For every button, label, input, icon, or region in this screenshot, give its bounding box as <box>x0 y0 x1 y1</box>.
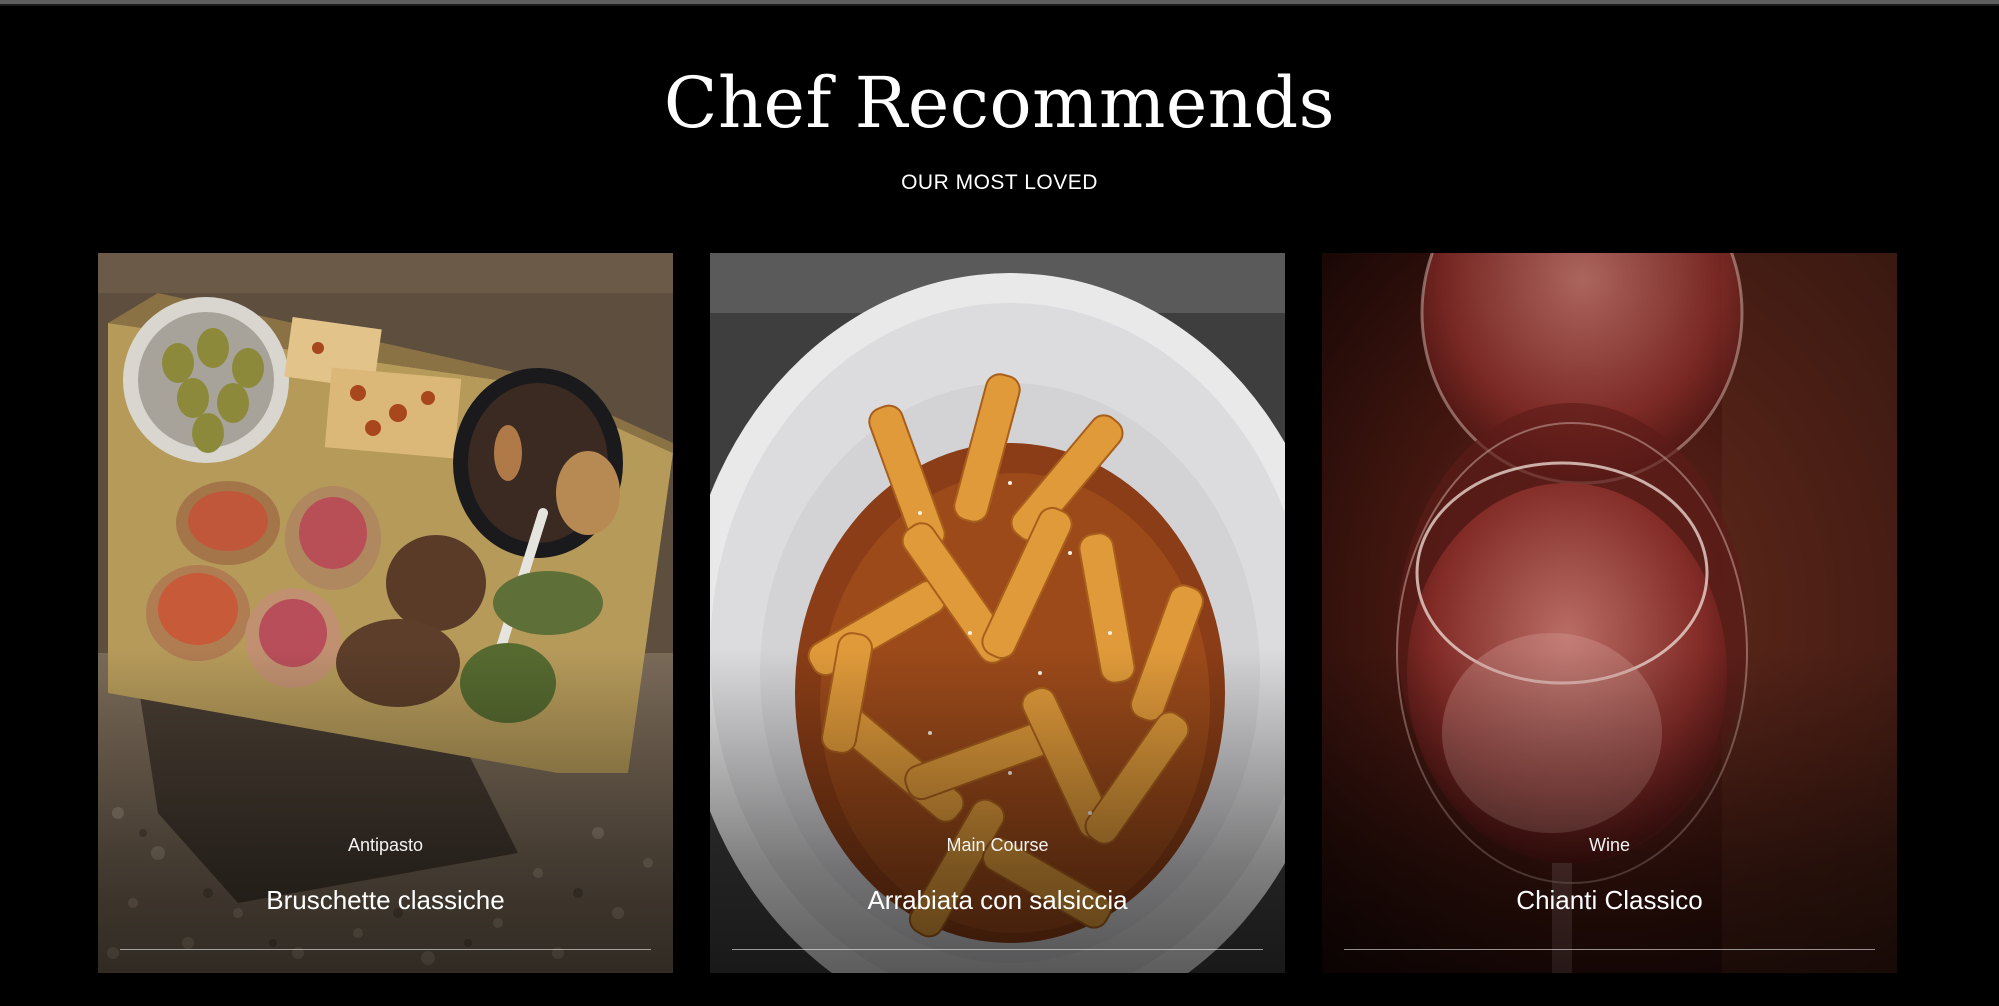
card-title[interactable]: Arrabiata con salsiccia <box>710 884 1285 916</box>
card-divider <box>732 949 1263 950</box>
card-shade <box>710 253 1285 973</box>
recommendation-cards: Antipasto Bruschette classiche Main Cour… <box>98 253 1898 973</box>
card-divider <box>1344 949 1875 950</box>
card-shade <box>98 253 673 973</box>
card-chianti[interactable]: Wine Chianti Classico <box>1322 253 1897 973</box>
section-title: Chef Recommends <box>663 62 1336 144</box>
card-arrabiata[interactable]: Main Course Arrabiata con salsiccia <box>710 253 1285 973</box>
card-category: Main Course <box>946 835 1049 855</box>
card-title[interactable]: Bruschette classiche <box>98 884 673 916</box>
card-title[interactable]: Chianti Classico <box>1322 884 1897 916</box>
card-divider <box>120 949 651 950</box>
card-category: Antipasto <box>347 835 424 855</box>
card-shade <box>1322 253 1897 973</box>
chef-recommends-section: Chef Recommends OUR MOST LOVED Antipasto… <box>0 0 1999 1006</box>
card-bruschette[interactable]: Antipasto Bruschette classiche <box>98 253 673 973</box>
card-category: Wine <box>1588 835 1630 855</box>
section-subtitle: OUR MOST LOVED <box>901 171 1098 194</box>
